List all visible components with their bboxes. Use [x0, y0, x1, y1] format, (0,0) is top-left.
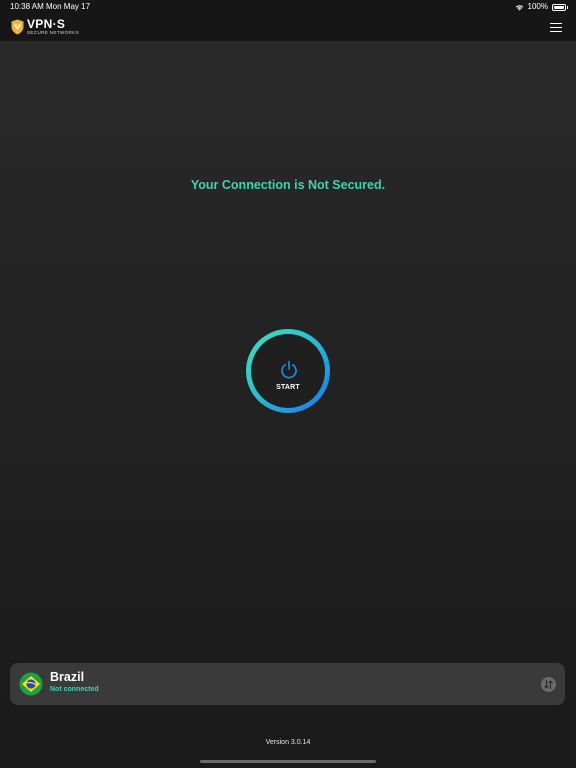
start-power-button[interactable]: START [246, 329, 330, 413]
status-date: Mon May 17 [46, 2, 91, 11]
app-version: Version 3.0.14 [265, 739, 311, 746]
power-icon [281, 360, 297, 379]
home-indicator[interactable] [200, 760, 376, 763]
menu-line [550, 27, 562, 28]
connection-state-label: Not connected [50, 686, 99, 693]
power-button-inner: START [251, 334, 325, 408]
menu-line [550, 23, 562, 24]
battery-icon [552, 3, 568, 11]
country-name: Brazil [50, 670, 85, 684]
battery-percent: 100% [527, 2, 548, 11]
wifi-icon [515, 4, 523, 10]
power-button-label: START [276, 384, 300, 391]
logo-title: VPN·S [27, 17, 66, 31]
connection-status-text: Your Connection is Not Secured. [190, 178, 386, 192]
status-bar: 10:38 AM Mon May 17 100% [0, 0, 576, 14]
logo-subtitle: SECURE NETWORKS [27, 30, 80, 35]
vpn-app-screen: 10:38 AM Mon May 17 100% VPN·S SECURE NE… [0, 0, 576, 768]
location-selector[interactable]: Brazil Not connected [10, 663, 565, 705]
logo-text: VPN·S SECURE NETWORKS [27, 18, 79, 36]
app-logo: VPN·S SECURE NETWORKS [11, 18, 79, 36]
menu-line [550, 31, 562, 32]
brazil-flag-icon [19, 672, 43, 696]
status-time: 10:38 AM [10, 2, 44, 11]
switch-server-icon[interactable] [541, 677, 556, 692]
hamburger-menu-icon[interactable] [550, 22, 562, 32]
shield-logo-icon [11, 19, 24, 35]
app-header: VPN·S SECURE NETWORKS [0, 14, 576, 41]
status-indicators: 100% [515, 0, 568, 14]
